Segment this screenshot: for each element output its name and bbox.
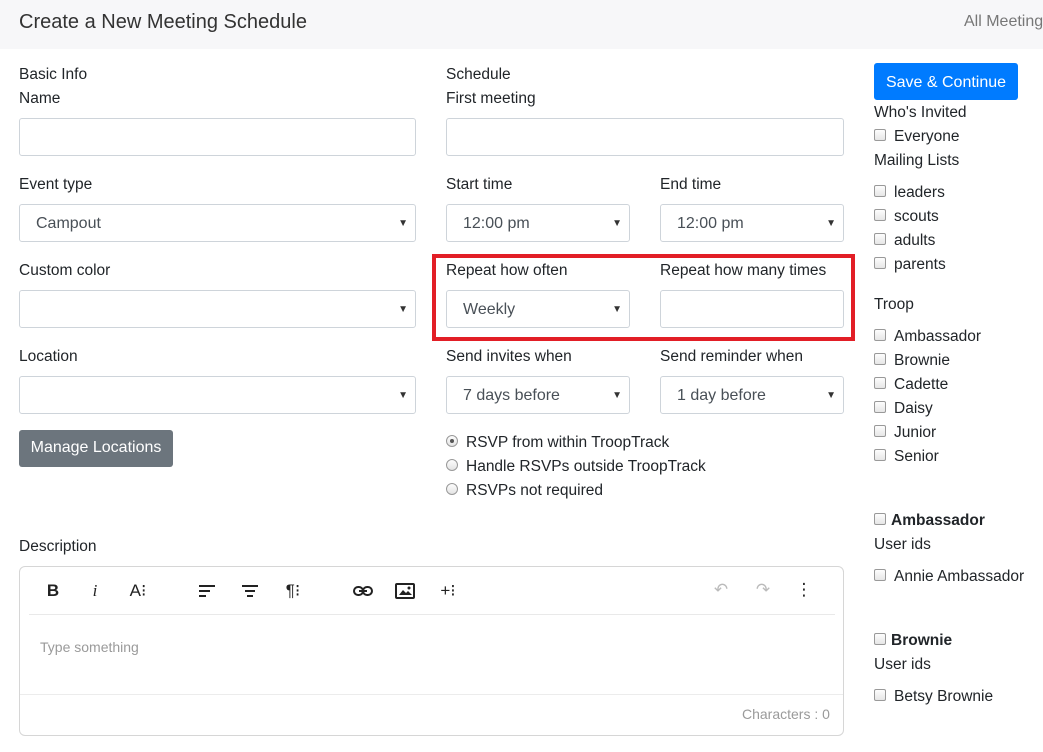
manage-locations-button[interactable]: Manage Locations bbox=[19, 430, 173, 467]
reminder-label: Send reminder when bbox=[660, 348, 804, 365]
editor-placeholder: Type something bbox=[40, 639, 139, 655]
group-ambassador-name: Ambassador bbox=[891, 512, 985, 529]
more-options-icon[interactable]: ⋮ bbox=[794, 580, 814, 600]
mailing-list-checkbox[interactable] bbox=[874, 185, 886, 197]
save-continue-button[interactable]: Save & Continue bbox=[874, 63, 1018, 100]
mailing-list-checkbox[interactable] bbox=[874, 233, 886, 245]
location-select[interactable]: ▼ bbox=[19, 376, 416, 414]
group-brownie-checkbox[interactable] bbox=[874, 633, 886, 645]
end-time-label: End time bbox=[660, 176, 722, 193]
troop-checkbox[interactable] bbox=[874, 449, 886, 461]
caret-down-icon: ▼ bbox=[612, 218, 622, 229]
italic-button[interactable]: i bbox=[84, 581, 106, 601]
first-meeting-input[interactable] bbox=[446, 118, 844, 156]
font-size-button[interactable]: A⁝ bbox=[125, 581, 151, 601]
user-checkbox[interactable] bbox=[874, 569, 886, 581]
align-center-icon[interactable] bbox=[240, 583, 260, 599]
group-brownie-name: Brownie bbox=[891, 632, 953, 649]
mailing-lists-label: Mailing Lists bbox=[874, 152, 960, 169]
caret-down-icon: ▼ bbox=[398, 218, 408, 229]
mailing-list-label: parents bbox=[894, 256, 946, 273]
user-label: Annie Ambassador bbox=[894, 568, 1025, 585]
rsvp-within-label: RSVP from within TroopTrack bbox=[466, 434, 670, 451]
troop-checkbox[interactable] bbox=[874, 425, 886, 437]
rsvp-not-required-label: RSVPs not required bbox=[466, 482, 603, 499]
user-ids-label: User ids bbox=[874, 656, 931, 673]
user-ids-label: User ids bbox=[874, 536, 931, 553]
align-left-icon[interactable] bbox=[197, 583, 217, 599]
name-label: Name bbox=[19, 90, 61, 107]
troop-checkbox[interactable] bbox=[874, 401, 886, 413]
name-input[interactable] bbox=[19, 118, 416, 156]
troop-item-label: Junior bbox=[894, 424, 937, 441]
basic-info-heading: Basic Info bbox=[19, 66, 88, 83]
caret-down-icon: ▼ bbox=[826, 218, 836, 229]
caret-down-icon: ▼ bbox=[398, 390, 408, 401]
image-icon[interactable] bbox=[394, 581, 416, 601]
whos-invited-label: Who's Invited bbox=[874, 104, 967, 121]
everyone-checkbox[interactable] bbox=[874, 129, 886, 141]
rsvp-within-radio[interactable] bbox=[446, 435, 458, 447]
troop-item-label: Ambassador bbox=[894, 328, 982, 345]
troop-checkbox[interactable] bbox=[874, 377, 886, 389]
rsvp-not-required-radio[interactable] bbox=[446, 483, 458, 495]
troop-label: Troop bbox=[874, 296, 914, 313]
event-type-label: Event type bbox=[19, 176, 93, 193]
insert-more-button[interactable]: +⁝ bbox=[435, 581, 461, 601]
page-title: Create a New Meeting Schedule bbox=[19, 11, 307, 33]
invites-label: Send invites when bbox=[446, 348, 572, 365]
troop-item-label: Senior bbox=[894, 448, 939, 465]
link-icon[interactable] bbox=[352, 582, 374, 600]
bold-button[interactable]: B bbox=[42, 581, 64, 601]
event-type-select[interactable]: Campout ▼ bbox=[19, 204, 416, 242]
mailing-list-checkbox[interactable] bbox=[874, 257, 886, 269]
description-label: Description bbox=[19, 538, 97, 555]
start-time-select[interactable]: 12:00 pm ▼ bbox=[446, 204, 630, 242]
invites-select[interactable]: 7 days before ▼ bbox=[446, 376, 630, 414]
everyone-label: Everyone bbox=[894, 128, 960, 145]
reminder-select[interactable]: 1 day before ▼ bbox=[660, 376, 844, 414]
redo-icon[interactable]: ↷ bbox=[751, 580, 775, 600]
troop-item-label: Daisy bbox=[894, 400, 933, 417]
character-count: Characters : 0 bbox=[742, 706, 830, 722]
invites-value: 7 days before bbox=[463, 387, 560, 404]
event-type-value: Campout bbox=[36, 215, 101, 232]
location-label: Location bbox=[19, 348, 78, 365]
mailing-list-label: leaders bbox=[894, 184, 945, 201]
schedule-heading: Schedule bbox=[446, 66, 511, 83]
end-time-value: 12:00 pm bbox=[677, 215, 744, 232]
troop-checkbox[interactable] bbox=[874, 329, 886, 341]
user-checkbox[interactable] bbox=[874, 689, 886, 701]
first-meeting-label: First meeting bbox=[446, 90, 536, 107]
rsvp-outside-radio[interactable] bbox=[446, 459, 458, 471]
troop-item-label: Brownie bbox=[894, 352, 950, 369]
mailing-list-label: adults bbox=[894, 232, 936, 249]
caret-down-icon: ▼ bbox=[398, 304, 408, 315]
troop-item-label: Cadette bbox=[894, 376, 949, 393]
paragraph-button[interactable]: ¶⁝ bbox=[280, 581, 306, 601]
rsvp-outside-label: Handle RSVPs outside TroopTrack bbox=[466, 458, 706, 475]
all-meetings-link[interactable]: All Meeting bbox=[964, 13, 1043, 31]
user-label: Betsy Brownie bbox=[894, 688, 994, 705]
caret-down-icon: ▼ bbox=[826, 390, 836, 401]
undo-icon[interactable]: ↶ bbox=[709, 580, 733, 600]
end-time-select[interactable]: 12:00 pm ▼ bbox=[660, 204, 844, 242]
start-time-label: Start time bbox=[446, 176, 513, 193]
mailing-list-checkbox[interactable] bbox=[874, 209, 886, 221]
highlight-box bbox=[432, 254, 855, 341]
toolbar-divider bbox=[29, 614, 835, 615]
group-ambassador-checkbox[interactable] bbox=[874, 513, 886, 525]
custom-color-select[interactable]: ▼ bbox=[19, 290, 416, 328]
troop-checkbox[interactable] bbox=[874, 353, 886, 365]
reminder-value: 1 day before bbox=[677, 387, 766, 404]
mailing-list-label: scouts bbox=[894, 208, 939, 225]
caret-down-icon: ▼ bbox=[612, 390, 622, 401]
editor-footer-divider bbox=[20, 694, 843, 695]
custom-color-label: Custom color bbox=[19, 262, 111, 279]
start-time-value: 12:00 pm bbox=[463, 215, 530, 232]
